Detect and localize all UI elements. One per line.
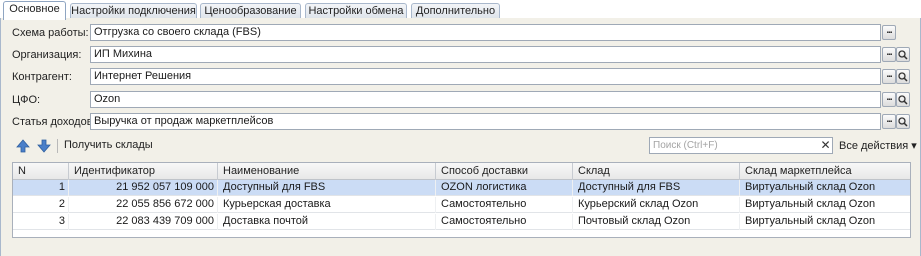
cfo-label: ЦФО: <box>12 94 41 106</box>
cell-mp-warehouse: Виртуальный склад Ozon <box>745 181 876 193</box>
cfo-open-button[interactable] <box>896 92 910 107</box>
cell-mp-warehouse: Виртуальный склад Ozon <box>745 198 876 210</box>
magnifier-icon <box>898 117 908 127</box>
cell-name: Курьерская доставка <box>218 197 436 213</box>
tab-bar: Основное Настройки подключения Ценообраз… <box>0 0 921 20</box>
toolbar-separator <box>57 139 58 153</box>
tab-connection-settings[interactable]: Настройки подключения <box>70 3 197 19</box>
cfo-field[interactable]: Ozon <box>90 91 881 108</box>
cell-warehouse: Курьерский склад Ozon <box>573 197 740 213</box>
cell-n: 3 <box>13 214 69 230</box>
table-row[interactable]: 2 22 055 856 672 000 Курьерская доставка… <box>13 197 910 213</box>
table-header: N Идентификатор Наименование Способ дост… <box>13 163 910 180</box>
cell-id: 21 952 057 109 000 <box>69 180 218 196</box>
tab-exchange-settings[interactable]: Настройки обмена <box>305 3 407 19</box>
tab-additional[interactable]: Дополнительно <box>411 3 500 19</box>
income-item-open-button[interactable] <box>896 114 910 129</box>
cell-name: Доставка почтой <box>218 214 436 230</box>
magnifier-icon <box>898 95 908 105</box>
column-header-warehouse[interactable]: Склад <box>573 163 740 180</box>
scheme-row: Схема работы: Отгрузка со своего склада … <box>1 24 921 42</box>
cell-warehouse: Почтовый склад Ozon <box>573 214 740 230</box>
organization-row: Организация: ИП Михина ... <box>1 46 921 64</box>
all-actions-label: Все действия <box>839 140 909 152</box>
tab-main[interactable]: Основное <box>3 1 66 20</box>
table-row[interactable]: 3 22 083 439 709 000 Доставка почтой Сам… <box>13 214 910 230</box>
warehouses-table: N Идентификатор Наименование Способ дост… <box>12 162 911 238</box>
cell-name: Доступный для FBS <box>218 180 436 196</box>
tab-pricing[interactable]: Ценообразование <box>200 3 301 19</box>
scheme-select-button[interactable]: ... <box>882 25 896 40</box>
cell-delivery: OZON логистика <box>436 180 573 196</box>
cell-id: 22 055 856 672 000 <box>69 197 218 213</box>
cell-warehouse: Доступный для FBS <box>573 180 740 196</box>
cell-delivery: Самостоятельно <box>436 214 573 230</box>
counterparty-field[interactable]: Интернет Решения <box>90 68 881 85</box>
organization-field[interactable]: ИП Михина <box>90 46 881 63</box>
main-panel: Схема работы: Отгрузка со своего склада … <box>0 18 921 256</box>
organization-open-button[interactable] <box>896 47 910 62</box>
search-input[interactable]: Поиск (Ctrl+F) <box>649 137 820 154</box>
column-header-delivery[interactable]: Способ доставки <box>436 163 573 180</box>
move-down-arrow-icon[interactable] <box>37 139 51 153</box>
column-header-n[interactable]: N <box>13 163 69 180</box>
organization-label: Организация: <box>12 49 82 61</box>
all-actions-menu[interactable]: Все действия ▾ <box>839 139 917 152</box>
cell-delivery: Самостоятельно <box>436 197 573 213</box>
income-item-select-button[interactable]: ... <box>882 114 896 129</box>
get-warehouses-button[interactable]: Получить склады <box>64 139 153 151</box>
table-toolbar: Получить склады Поиск (Ctrl+F) ✕ Все дей… <box>1 137 921 155</box>
magnifier-icon <box>898 72 908 82</box>
column-header-name[interactable]: Наименование <box>218 163 436 180</box>
counterparty-open-button[interactable] <box>896 69 910 84</box>
cfo-row: ЦФО: Ozon ... <box>1 91 921 109</box>
column-header-id[interactable]: Идентификатор <box>69 163 218 180</box>
income-item-row: Статья доходов: Выручка от продаж маркет… <box>1 113 921 131</box>
counterparty-label: Контрагент: <box>12 71 72 83</box>
magnifier-icon <box>898 50 908 60</box>
cell-mp-warehouse: Виртуальный склад Ozon <box>745 215 876 227</box>
table-row[interactable]: 1 21 952 057 109 000 Доступный для FBS O… <box>13 180 910 196</box>
income-item-label: Статья доходов: <box>12 116 96 128</box>
income-item-field[interactable]: Выручка от продаж маркетплейсов <box>90 113 881 130</box>
cell-n: 2 <box>13 197 69 213</box>
counterparty-select-button[interactable]: ... <box>882 69 896 84</box>
scheme-field[interactable]: Отгрузка со своего склада (FBS) <box>90 24 881 41</box>
search-clear-icon[interactable]: ✕ <box>819 137 833 154</box>
cell-n: 1 <box>13 180 69 196</box>
scheme-label: Схема работы: <box>12 27 89 39</box>
counterparty-row: Контрагент: Интернет Решения ... <box>1 68 921 86</box>
column-header-mp-warehouse[interactable]: Склад маркетплейса <box>740 163 910 180</box>
cell-id: 22 083 439 709 000 <box>69 214 218 230</box>
chevron-down-icon: ▾ <box>911 140 917 152</box>
move-up-arrow-icon[interactable] <box>16 139 30 153</box>
organization-select-button[interactable]: ... <box>882 47 896 62</box>
cfo-select-button[interactable]: ... <box>882 92 896 107</box>
